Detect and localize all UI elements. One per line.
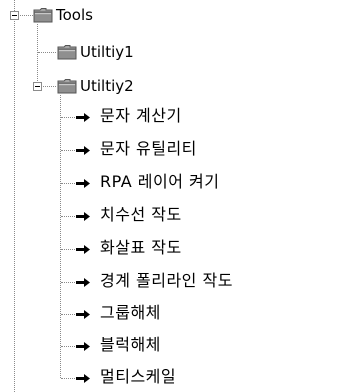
tree-connector: [14, 21, 15, 392]
tree-connector: [37, 24, 38, 91]
tree-connector: [61, 282, 75, 283]
tree-connector: [61, 117, 75, 118]
arrow-right-icon: [76, 212, 90, 221]
arrow-right-icon: [76, 374, 90, 383]
arrow-right-icon: [76, 179, 90, 188]
folder-icon: [57, 44, 77, 60]
tree-node-utiltiy2[interactable]: Utiltiy2: [80, 77, 134, 95]
arrow-right-icon: [76, 245, 90, 254]
collapse-toggle-tools[interactable]: [10, 11, 19, 20]
tree-connector: [14, 0, 15, 11]
arrow-right-icon: [76, 310, 90, 319]
tree-connector: [61, 150, 75, 151]
tree-item[interactable]: 블럭해체: [100, 336, 161, 354]
tree-connector: [61, 249, 75, 250]
tree-connector: [60, 95, 61, 378]
tree-connector: [61, 346, 75, 347]
tree-connector: [20, 15, 33, 16]
arrow-right-icon: [76, 342, 90, 351]
tree-item[interactable]: RPA 레이어 켜기: [100, 173, 219, 191]
tree-node-tools[interactable]: Tools: [56, 6, 93, 24]
tree-item[interactable]: 그룹해체: [100, 304, 161, 322]
tree-connector: [61, 314, 75, 315]
tree-node-utiltiy1[interactable]: Utiltiy1: [80, 43, 134, 61]
tree-item[interactable]: 문자 계산기: [100, 107, 182, 125]
folder-icon: [57, 78, 77, 94]
tree-item[interactable]: 치수선 작도: [100, 206, 182, 224]
arrow-right-icon: [76, 278, 90, 287]
tree-item[interactable]: 멀티스케일: [100, 368, 176, 386]
tree-item[interactable]: 경계 폴리라인 작도: [100, 272, 233, 290]
tree-connector: [38, 52, 56, 53]
tree-item[interactable]: 화살표 작도: [100, 239, 182, 257]
tree-item[interactable]: 문자 유틸리티: [100, 140, 197, 158]
arrow-right-icon: [76, 146, 90, 155]
tree-connector: [43, 86, 56, 87]
tree-connector: [61, 378, 75, 379]
tree-view[interactable]: Tools Utiltiy1 Utiltiy2 문자 계산기 문자 유틸리티 R…: [0, 0, 344, 392]
tree-connector: [61, 216, 75, 217]
arrow-right-icon: [76, 113, 90, 122]
folder-icon: [33, 7, 53, 23]
tree-connector: [61, 183, 75, 184]
collapse-toggle-utiltiy2[interactable]: [33, 82, 42, 91]
